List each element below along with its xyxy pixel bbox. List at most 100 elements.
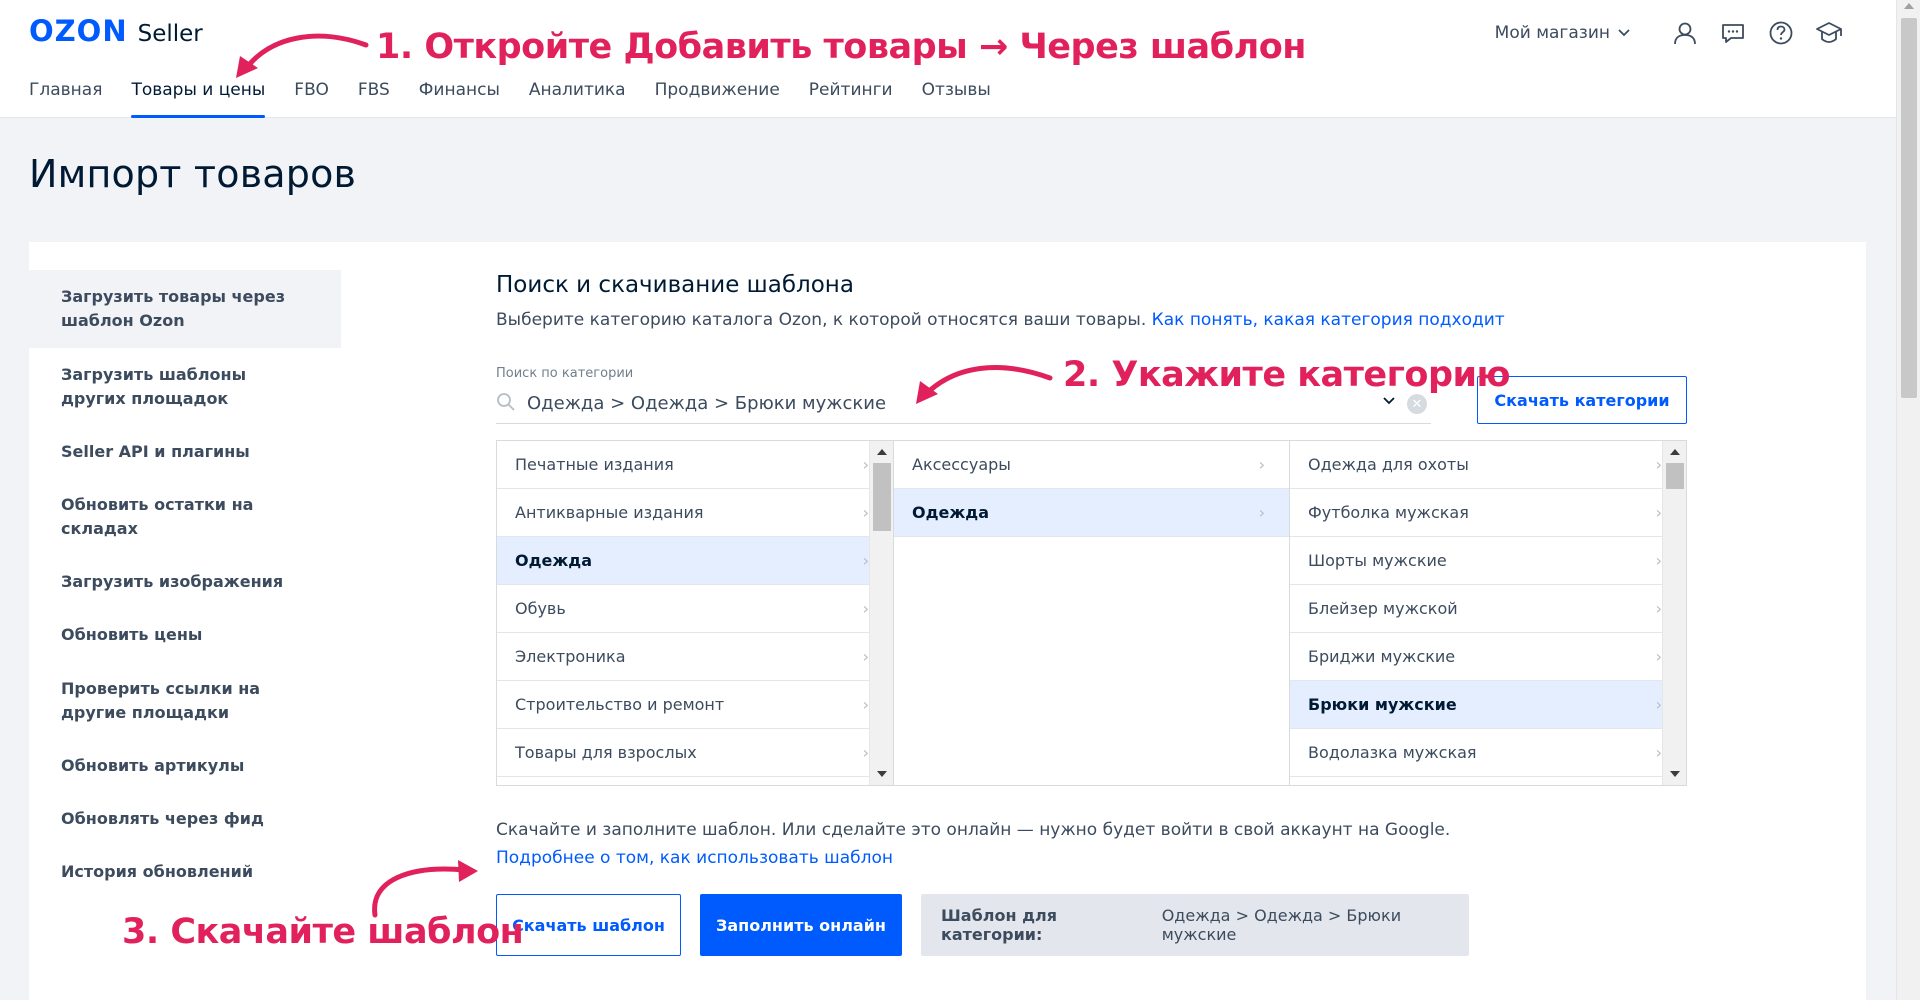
category-label: Бриджи мужские (1308, 647, 1456, 666)
category-row[interactable]: Электроника › (497, 633, 893, 681)
category-column-2: Аксессуары › Одежда › (894, 441, 1290, 785)
user-icon[interactable] (1670, 18, 1700, 48)
category-row[interactable]: Одежда для охоты › (1290, 441, 1686, 489)
category-row[interactable]: Строительство и ремонт › (497, 681, 893, 729)
category-row-selected[interactable]: Одежда › (894, 489, 1289, 537)
sidebar-item-label: Обновлять через фид (61, 809, 264, 828)
category-label: Одежда (515, 551, 593, 570)
category-row[interactable]: Товары для взрослых › (497, 729, 893, 777)
nav-promotion[interactable]: Продвижение (655, 80, 780, 118)
scroll-up-icon[interactable] (877, 449, 887, 455)
column-scrollbar[interactable] (869, 441, 893, 785)
scroll-down-icon[interactable] (877, 771, 887, 777)
sidebar-item-check-links[interactable]: Проверить ссылки на другие площадки (29, 662, 341, 740)
sidebar-item-label: История обновлений (61, 862, 254, 881)
sidebar-item-prices[interactable]: Обновить цены (29, 608, 341, 662)
scroll-up-icon[interactable] (1670, 449, 1680, 455)
nav-fbs[interactable]: FBS (358, 80, 390, 118)
scrollbar-thumb[interactable] (1901, 18, 1917, 398)
help-icon[interactable] (1766, 18, 1796, 48)
sidebar-item-other-templates[interactable]: Загрузить шаблоны других площадок (29, 348, 341, 426)
store-selector[interactable]: Мой магазин (1495, 23, 1630, 43)
scroll-down-icon[interactable] (1670, 771, 1680, 777)
clear-icon[interactable]: ✕ (1407, 394, 1427, 414)
sidebar-item-label: Обновить цены (61, 625, 203, 644)
sidebar-item-feed[interactable]: Обновлять через фид (29, 792, 341, 846)
category-label: Обувь (515, 599, 566, 618)
fill-online-button[interactable]: Заполнить онлайн (700, 894, 902, 956)
category-search-input[interactable] (527, 393, 1347, 414)
category-column-1: Печатные издания › Антикварные издания › О… (497, 441, 894, 785)
sidebar-item-stocks[interactable]: Обновить остатки на складах (29, 478, 341, 556)
sidebar-item-history[interactable]: История обновлений (29, 846, 341, 898)
main-nav: Главная Товары и цены FBO FBS Финансы Ан… (29, 80, 1020, 118)
category-row-selected[interactable]: Одежда › (497, 537, 893, 585)
section-subtitle-text: Выберите категорию каталога Ozon, к кото… (496, 310, 1147, 330)
nav-analytics[interactable]: Аналитика (529, 80, 626, 118)
sidebar-item-label: Обновить остатки на складах (61, 495, 254, 538)
category-label: Аксессуары (912, 455, 1011, 474)
section-subtitle: Выберите категорию каталога Ozon, к кото… (496, 310, 1796, 330)
chat-icon[interactable] (1718, 18, 1748, 48)
nav-reviews[interactable]: Отзывы (922, 80, 991, 118)
sidebar-item-seller-api[interactable]: Seller API и плагины (29, 426, 341, 478)
annotation-step-1: 1. Откройте Добавить товары → Через шабл… (376, 27, 1306, 67)
sidebar-item-articles[interactable]: Обновить артикулы (29, 740, 341, 792)
chevron-right-icon: › (1258, 503, 1265, 522)
sidebar-item-label: Seller API и плагины (61, 442, 250, 461)
category-row[interactable]: Аксессуары › (894, 441, 1289, 489)
template-help-link[interactable]: Подробнее о том, как использовать шаблон (496, 848, 893, 868)
template-category-badge: Шаблон для категории: Одежда > Одежда > … (921, 894, 1469, 956)
category-label: Одежда для охоты (1308, 455, 1469, 474)
sidebar-item-ozon-template[interactable]: Загрузить товары через шаблон Ozon (29, 270, 341, 348)
nav-fbo[interactable]: FBO (294, 80, 329, 118)
import-card: Загрузить товары через шаблон Ozon Загру… (29, 242, 1866, 1000)
category-help-link[interactable]: Как понять, какая категория подходит (1152, 310, 1505, 330)
category-column-3: Одежда для охоты › Футболка мужская › Шорт… (1290, 441, 1686, 785)
sidebar-item-images[interactable]: Загрузить изображения (29, 556, 341, 608)
category-label: Товары для взрослых (515, 743, 697, 762)
column-scrollbar[interactable] (1662, 441, 1686, 785)
category-row[interactable]: Антикварные издания › (497, 489, 893, 537)
category-label: Водолазка мужская (1308, 743, 1477, 762)
category-row[interactable]: Водолазка мужская › (1290, 729, 1686, 777)
annotation-step-2: 2. Укажите категорию (1063, 355, 1511, 395)
category-row[interactable]: Футболка мужская › (1290, 489, 1686, 537)
category-label: Блейзер мужской (1308, 599, 1458, 618)
category-row[interactable]: Блейзер мужской › (1290, 585, 1686, 633)
scroll-up-icon[interactable] (1904, 3, 1914, 9)
category-row-selected[interactable]: Брюки мужские › (1290, 681, 1686, 729)
download-template-button[interactable]: Скачать шаблон (496, 894, 681, 956)
category-row[interactable]: Обувь › (497, 585, 893, 633)
template-category-label: Шаблон для категории: (941, 906, 1057, 944)
category-row[interactable]: Печатные издания › (497, 441, 893, 489)
sidebar-item-label: Обновить артикулы (61, 756, 245, 775)
template-category-value: Одежда > Одежда > Брюки мужские (1161, 906, 1402, 944)
education-icon[interactable] (1814, 18, 1844, 48)
page-scrollbar[interactable] (1896, 0, 1920, 1000)
category-row[interactable]: Шорты мужские › (1290, 537, 1686, 585)
logo-product: Seller (137, 21, 203, 47)
category-picker: Печатные издания › Антикварные издания › О… (496, 440, 1687, 786)
chevron-down-icon[interactable] (1383, 394, 1395, 408)
sidebar-item-label: Загрузить изображения (61, 572, 284, 591)
category-label: Строительство и ремонт (515, 695, 725, 714)
section-title: Поиск и скачивание шаблона (496, 272, 854, 298)
page-title: Импорт товаров (29, 152, 357, 196)
ozon-seller-logo[interactable]: OZON Seller (29, 14, 203, 48)
nav-home[interactable]: Главная (29, 80, 102, 118)
category-row[interactable]: Бриджи мужские › (1290, 633, 1686, 681)
scrollbar-thumb[interactable] (1666, 463, 1684, 489)
nav-products-prices[interactable]: Товары и цены (131, 80, 265, 118)
scrollbar-thumb[interactable] (873, 463, 891, 531)
template-info-text: Скачайте и заполните шаблон. Или сделайт… (496, 820, 1451, 840)
chevron-right-icon: › (1258, 455, 1265, 474)
annotation-step-3: 3. Скачайте шаблон (122, 912, 524, 952)
category-label: Брюки мужские (1308, 695, 1457, 714)
nav-ratings[interactable]: Рейтинги (809, 80, 893, 118)
logo-brand: OZON (29, 14, 128, 48)
sidebar-item-label: Загрузить шаблоны других площадок (61, 365, 247, 408)
nav-finance[interactable]: Финансы (419, 80, 500, 118)
header-actions: Мой магазин (1495, 18, 1844, 48)
template-section: Поиск и скачивание шаблона Выберите кате… (496, 272, 1796, 330)
